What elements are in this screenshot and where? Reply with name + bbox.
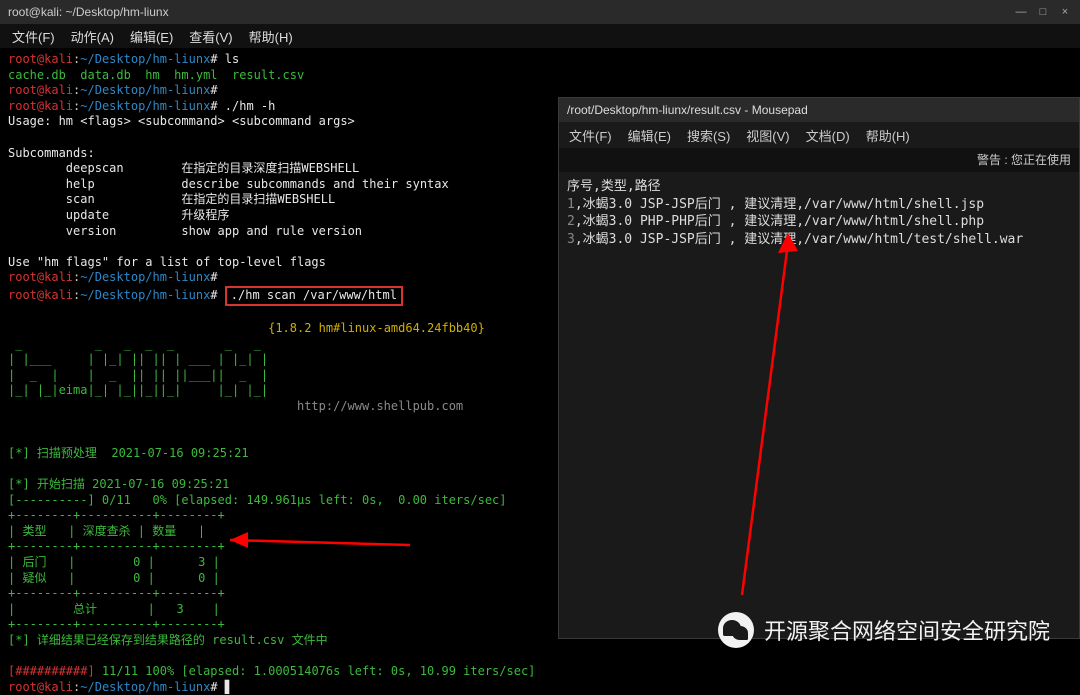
mousepad-titlebar[interactable]: /root/Desktop/hm-liunx/result.csv - Mous…: [559, 98, 1079, 122]
row-body: ,冰蝎3.0 JSP-JSP后门 , 建议清理,/var/www/html/sh…: [575, 197, 984, 212]
row-num: 2: [567, 214, 575, 229]
banner-version: {1.8.2 hm#linux-amd64.24fbb40}: [268, 321, 485, 335]
sub-help-desc: describe subcommands and their syntax: [181, 177, 448, 191]
cmd-help: ./hm -h: [225, 99, 276, 113]
mp-menu-edit[interactable]: 编辑(E): [628, 126, 671, 145]
table-div: +--------+----------+--------+: [8, 508, 225, 522]
mp-menu-file[interactable]: 文件(F): [569, 126, 612, 145]
minimize-icon[interactable]: —: [1014, 5, 1028, 19]
mousepad-menubar: 文件(F) 编辑(E) 搜索(S) 视图(V) 文档(D) 帮助(H): [559, 122, 1079, 148]
maximize-icon[interactable]: □: [1036, 5, 1050, 19]
mp-menu-view[interactable]: 视图(V): [746, 126, 789, 145]
sub-deepscan-desc: 在指定的目录深度扫描WEBSHELL: [181, 161, 359, 175]
usage-line: Usage: hm <flags> <subcommand> <subcomma…: [8, 114, 355, 128]
close-icon[interactable]: ×: [1058, 5, 1072, 19]
sub-help-name: help: [66, 177, 95, 191]
saved-line: [*] 详细结果已经保存到结果路径的 result.csv 文件中: [8, 633, 328, 647]
sub-deepscan-name: deepscan: [66, 161, 124, 175]
mousepad-window[interactable]: /root/Desktop/hm-liunx/result.csv - Mous…: [558, 97, 1080, 639]
mp-menu-help[interactable]: 帮助(H): [866, 126, 910, 145]
wechat-icon: [718, 612, 754, 648]
watermark: 开源聚合网络空间安全研究院: [718, 612, 1050, 648]
table-head: | 类型 | 深度查杀 | 数量 |: [8, 524, 205, 538]
watermark-text: 开源聚合网络空间安全研究院: [764, 614, 1050, 646]
ascii-art: _ _ _ _ _ _ _ | |___ | |_| || || | ___ |…: [8, 337, 268, 398]
table-row-1: | 后门 | 0 | 3 |: [8, 555, 220, 569]
ls-output: cache.db data.db hm hm.yml result.csv: [8, 68, 304, 82]
cmd-scan-highlighted: ./hm scan /var/www/html: [225, 286, 403, 306]
sub-version-desc: show app and rule version: [181, 224, 362, 238]
sub-scan-desc: 在指定的目录扫描WEBSHELL: [181, 192, 335, 206]
banner-url: http://www.shellpub.com: [297, 399, 463, 413]
sub-version-name: version: [66, 224, 117, 238]
menu-view[interactable]: 查看(V): [189, 27, 232, 46]
menubar: 文件(F) 动作(A) 编辑(E) 查看(V) 帮助(H): [0, 24, 1080, 48]
mousepad-body[interactable]: 序号,类型,路径 1,冰蝎3.0 JSP-JSP后门 , 建议清理,/var/w…: [559, 172, 1079, 254]
progress-1-bar: [##########]: [8, 664, 95, 678]
prompt-user: root@kali: [8, 52, 73, 66]
progress-0: [----------] 0/11 0% [elapsed: 149.961µs…: [8, 493, 507, 507]
prompt-hash: #: [210, 52, 217, 66]
flags-hint: Use "hm flags" for a list of top-level f…: [8, 255, 326, 269]
menu-action[interactable]: 动作(A): [71, 27, 114, 46]
menu-edit[interactable]: 编辑(E): [130, 27, 173, 46]
menu-help[interactable]: 帮助(H): [249, 27, 293, 46]
table-row-2: | 疑似 | 0 | 0 |: [8, 571, 220, 585]
row-body: ,冰蝎3.0 JSP-JSP后门 , 建议清理,/var/www/html/te…: [575, 232, 1023, 247]
sub-update-name: update: [66, 208, 109, 222]
csv-header: 序号,类型,路径: [567, 179, 661, 194]
titlebar[interactable]: root@kali: ~/Desktop/hm-liunx — □ ×: [0, 0, 1080, 24]
mousepad-title: /root/Desktop/hm-liunx/result.csv - Mous…: [567, 103, 808, 117]
window-title: root@kali: ~/Desktop/hm-liunx: [8, 5, 169, 19]
progress-1-rest: 11/11 100% [elapsed: 1.000514076s left: …: [95, 664, 536, 678]
scan-start-line: [*] 开始扫描 2021-07-16 09:25:21: [8, 477, 229, 491]
scan-preprocess-line: [*] 扫描预处理 2021-07-16 09:25:21: [8, 446, 249, 460]
cmd-ls: ls: [225, 52, 239, 66]
sub-scan-name: scan: [66, 192, 95, 206]
cursor: ▋: [225, 680, 232, 694]
mp-menu-search[interactable]: 搜索(S): [687, 126, 730, 145]
sub-update-desc: 升级程序: [181, 208, 229, 222]
row-num: 3: [567, 232, 575, 247]
prompt-cwd: ~/Desktop/hm-liunx: [80, 52, 210, 66]
row-num: 1: [567, 197, 575, 212]
menu-file[interactable]: 文件(F): [12, 27, 55, 46]
subcommands-heading: Subcommands:: [8, 146, 95, 160]
mousepad-warning-bar: 警告 : 您正在使用: [559, 148, 1079, 172]
mp-menu-doc[interactable]: 文档(D): [806, 126, 850, 145]
row-body: ,冰蝎3.0 PHP-PHP后门 , 建议清理,/var/www/html/sh…: [575, 214, 984, 229]
table-sum: | 总计 | 3 |: [8, 602, 220, 616]
